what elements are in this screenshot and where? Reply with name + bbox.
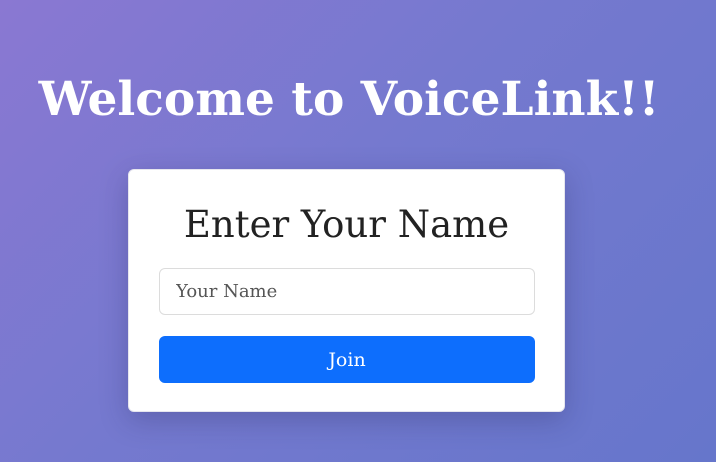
join-button[interactable]: Join xyxy=(159,336,535,383)
name-input[interactable] xyxy=(159,268,535,315)
card-title: Enter Your Name xyxy=(183,203,510,246)
name-entry-card: Enter Your Name Join xyxy=(128,169,565,412)
page-title: Welcome to VoiceLink!! xyxy=(38,72,660,127)
